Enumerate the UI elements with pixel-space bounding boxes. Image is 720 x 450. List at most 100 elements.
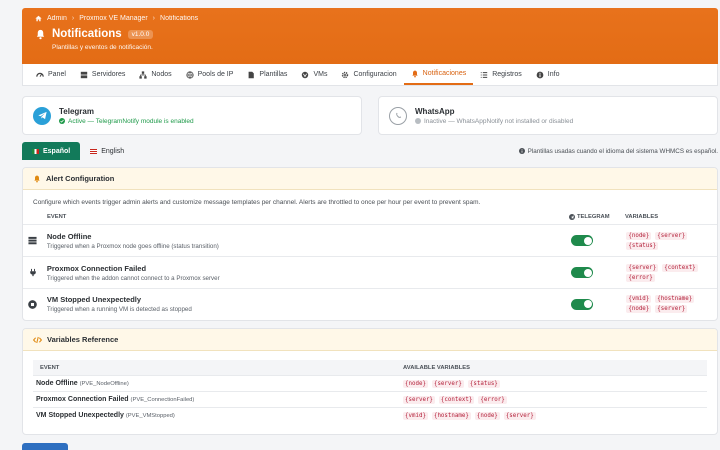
variable-badge: {status} [467, 379, 500, 388]
alert-config-title: Alert Configuration [46, 174, 115, 183]
tab-configuracion[interactable]: Configuracion [334, 64, 403, 85]
breadcrumb-module[interactable]: Proxmox VE Manager [79, 15, 147, 22]
tab-info[interactable]: Info [529, 64, 567, 85]
event-description: Triggered when a running VM is detected … [46, 306, 192, 313]
telegram-icon [33, 106, 51, 125]
bell-icon [411, 70, 418, 77]
event-description: Triggered when a Proxmox node goes offli… [46, 242, 219, 250]
variable-badge: {vmid} [403, 411, 428, 420]
alert-table-header: Event Telegram Variables [23, 210, 717, 224]
breadcrumb-current: Notifications [160, 15, 199, 22]
tab-label: Info [547, 71, 560, 78]
table-row: VM Stopped Unexpectedly (PVE_VMStopped) … [33, 407, 707, 423]
variable-badge: {context} [662, 263, 698, 272]
event-description: Triggered when the addon cannot connect … [46, 274, 220, 282]
telegram-status-text: Active — TelegramNotify module is enable… [68, 117, 194, 125]
tab-servidores[interactable]: Servidores [73, 64, 132, 85]
inactive-dot-icon [415, 118, 421, 124]
table-row: Node Offline (PVE_NodeOffline) {node} {s… [33, 375, 707, 391]
tab-notificaciones[interactable]: Notificaciones [403, 64, 474, 85]
table-row: Proxmox Connection Failed (PVE_Connectio… [33, 391, 707, 407]
event-variables: {node} {server} {status} [626, 231, 717, 250]
tab-label: Configuracion [353, 71, 397, 78]
event-variables: {server} {context} {error} [403, 395, 507, 404]
breadcrumb-admin[interactable]: Admin [47, 15, 67, 22]
variable-badge: {node} [626, 231, 652, 240]
lang-label: Español [43, 147, 71, 155]
alert-config-panel: Alert Configuration Configure which even… [22, 167, 718, 321]
telegram-toggle[interactable] [571, 267, 594, 278]
variables-reference-title: Variables Reference [47, 335, 119, 344]
lang-label: English [101, 147, 125, 155]
tab-panel[interactable]: Panel [29, 64, 73, 85]
telegram-status: Active — TelegramNotify module is enable… [59, 118, 194, 125]
event-variables: {server} {context} {error} [626, 263, 717, 282]
telegram-title: Telegram [59, 106, 94, 116]
event-name: VM Stopped Unexpectedly [36, 412, 124, 419]
nodes-icon [139, 70, 147, 79]
event-variables: {vmid} {hostname} {node} {server} [626, 295, 717, 313]
page-header: Admin › Proxmox VE Manager › Notificatio… [22, 8, 718, 64]
vm-icon [302, 71, 309, 78]
variables-reference-panel: Variables Reference Event Available Vari… [22, 328, 718, 435]
version-badge: v1.0.0 [127, 29, 154, 39]
telegram-icon [569, 214, 575, 220]
flag-icon [90, 148, 98, 154]
check-circle-icon [59, 118, 65, 124]
alert-config-description: Configure which events trigger admin ale… [33, 199, 481, 206]
event-name: Node Offline [36, 380, 78, 387]
telegram-toggle[interactable] [571, 298, 594, 310]
whatsapp-status: Inactive — WhatsAppNotify not installed … [415, 118, 573, 125]
alert-config-header: Alert Configuration [23, 168, 717, 190]
tab-label: Pools de IP [197, 71, 234, 78]
page-subtitle: Plantillas y eventos de notificación. [52, 44, 153, 51]
page-title: Notifications [52, 28, 122, 40]
event-code: (PVE_ConnectionFailed) [130, 397, 195, 403]
tab-registros[interactable]: Registros [473, 64, 529, 85]
event-variables: {vmid} {hostname} {node} {server} [403, 411, 536, 420]
variable-badge: {server} [626, 263, 659, 272]
variable-badge: {node} [474, 411, 500, 420]
tab-label: Notificaciones [422, 70, 467, 77]
save-button[interactable] [22, 443, 68, 450]
breadcrumb-separator: › [71, 15, 75, 22]
language-note-text: Plantillas usadas cuando el idioma del s… [527, 147, 718, 155]
whatsapp-status-text: Inactive — WhatsAppNotify not installed … [424, 117, 574, 125]
event-code: (PVE_VMStopped) [125, 413, 175, 419]
tab-lang-es[interactable]: Español [22, 142, 81, 160]
table-row: Node Offline Triggered when a Proxmox no… [23, 224, 717, 256]
variable-badge: {server} [503, 411, 536, 420]
flag-icon [32, 148, 39, 154]
tab-label: Nodos [151, 71, 172, 78]
table-row: Proxmox Connection Failed Triggered when… [23, 256, 717, 288]
telegram-toggle[interactable] [571, 235, 594, 246]
col-variables: Variables [625, 214, 659, 220]
tab-pools-ip[interactable]: Pools de IP [179, 64, 241, 85]
table-row: VM Stopped Unexpectedly Triggered when a… [23, 288, 717, 319]
event-name: Node Offline [46, 231, 92, 241]
language-note: Plantillas usadas cuando el idioma del s… [518, 142, 718, 160]
server-stack-icon [28, 236, 38, 245]
tab-label: Panel [48, 71, 66, 78]
bell-icon [34, 175, 40, 182]
list-icon [481, 71, 488, 78]
variable-badge: {error} [626, 273, 655, 282]
tab-lang-en[interactable]: English [80, 142, 134, 160]
variable-badge: {hostname} [655, 295, 695, 303]
stop-circle-icon [28, 299, 38, 309]
whatsapp-card: WhatsApp Inactive — WhatsAppNotify not i… [378, 96, 718, 135]
language-tabs: Español English Plantillas usadas cuando… [22, 142, 718, 160]
server-icon [80, 71, 88, 78]
variable-badge: {server} [403, 395, 435, 404]
breadcrumb: Admin › Proxmox VE Manager › Notificatio… [35, 15, 705, 22]
variable-badge: {hostname} [431, 411, 471, 420]
tab-label: VMs [313, 71, 328, 78]
variables-reference-header: Variables Reference [23, 329, 717, 351]
tab-plantillas[interactable]: Plantillas [240, 64, 294, 85]
variable-badge: {server} [655, 231, 688, 240]
tab-nodos[interactable]: Nodos [132, 64, 178, 85]
tab-vms[interactable]: VMs [294, 64, 334, 85]
event-name: Proxmox Connection Failed [46, 263, 147, 273]
event-name: Proxmox Connection Failed [36, 396, 129, 403]
variable-badge: {vmid} [626, 295, 652, 303]
